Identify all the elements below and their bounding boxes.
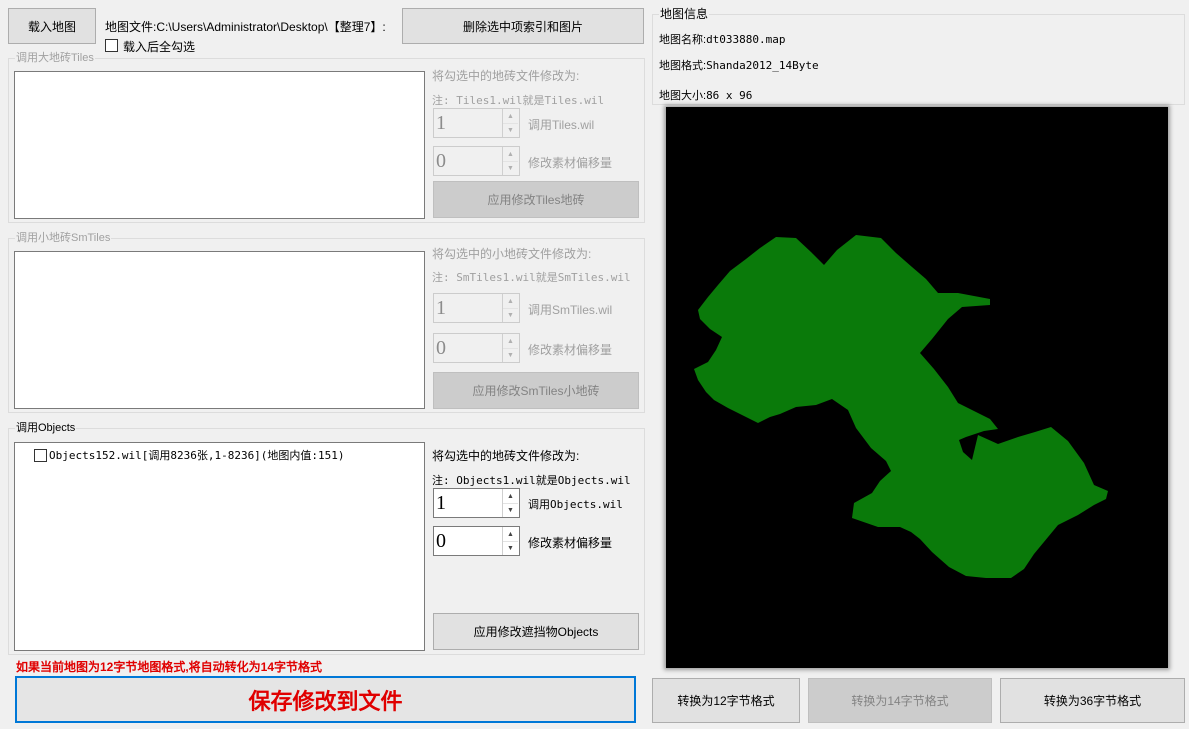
spin-up-icon[interactable]: ▲ — [503, 294, 518, 309]
spin-up-icon[interactable]: ▲ — [503, 109, 518, 124]
spin-down-icon[interactable]: ▼ — [503, 308, 518, 322]
smtiles-file-index-stepper[interactable]: 1 ▲ ▼ — [433, 293, 520, 323]
tiles-file-index-label: 调用Tiles.wil — [528, 118, 595, 132]
objects-note: 注: Objects1.wil就是Objects.wil — [432, 474, 631, 487]
smtiles-list[interactable] — [14, 251, 425, 409]
convert-14byte-button[interactable]: 转换为14字节格式 — [808, 678, 992, 723]
map-file-path: 地图文件:C:\Users\Administrator\Desktop\【整理7… — [105, 20, 386, 34]
smtiles-modify-label: 将勾选中的小地砖文件修改为: — [432, 247, 592, 261]
tiles-modify-label: 将勾选中的地砖文件修改为: — [432, 69, 580, 83]
map-format-row: 地图格式:Shanda2012_14Byte — [659, 57, 819, 73]
map-land-shape — [694, 235, 1108, 578]
smtiles-group-title: 调用小地砖SmTiles — [15, 231, 112, 245]
smtiles-file-index-label: 调用SmTiles.wil — [528, 303, 613, 317]
objects-offset-stepper[interactable]: 0 ▲ ▼ — [433, 526, 520, 556]
map-size-label: 地图大小: — [659, 90, 707, 102]
spin-down-icon[interactable]: ▼ — [503, 348, 518, 362]
format-warning-text: 如果当前地图为12字节地图格式,将自动转化为14字节格式 — [16, 660, 323, 674]
tiles-group: 调用大地砖Tiles 将勾选中的地砖文件修改为: 注: Tiles1.wil就是… — [8, 51, 645, 223]
objects-file-index-stepper[interactable]: 1 ▲ ▼ — [433, 488, 520, 518]
tiles-offset-value: 0 — [436, 150, 446, 172]
objects-offset-label: 修改素材偏移量 — [528, 536, 613, 550]
objects-list[interactable]: Objects152.wil[调用8236张,1-8236](地图内值:151) — [14, 442, 425, 651]
smtiles-offset-value: 0 — [436, 337, 446, 359]
load-map-button[interactable]: 载入地图 — [8, 8, 96, 44]
delete-selected-button[interactable]: 删除选中项索引和图片 — [402, 8, 644, 44]
smtiles-offset-label: 修改素材偏移量 — [528, 343, 613, 357]
objects-file-index-label: 调用Objects.wil — [528, 498, 623, 511]
smtiles-offset-stepper[interactable]: 0 ▲ ▼ — [433, 333, 520, 363]
map-preview — [666, 107, 1168, 668]
tiles-file-index-stepper[interactable]: 1 ▲ ▼ — [433, 108, 520, 138]
spin-down-icon[interactable]: ▼ — [503, 503, 518, 517]
smtiles-file-index-value: 1 — [436, 297, 446, 319]
tiles-list[interactable] — [14, 71, 425, 219]
convert-36byte-button[interactable]: 转换为36字节格式 — [1000, 678, 1185, 723]
tiles-offset-stepper[interactable]: 0 ▲ ▼ — [433, 146, 520, 176]
tiles-offset-label: 修改素材偏移量 — [528, 156, 613, 170]
check-all-on-load-label[interactable]: 载入后全勾选 — [123, 38, 195, 55]
map-size-value: 86 x 96 — [706, 89, 753, 102]
tiles-note: 注: Tiles1.wil就是Tiles.wil — [432, 94, 605, 107]
objects-item-label: Objects152.wil[调用8236张,1-8236](地图内值:151) — [49, 449, 345, 462]
spin-down-icon[interactable]: ▼ — [503, 161, 518, 175]
map-size-row: 地图大小:86 x 96 — [659, 87, 752, 103]
map-name-row: 地图名称:dt033880.map — [659, 31, 786, 47]
tiles-file-index-value: 1 — [436, 112, 446, 134]
spin-down-icon[interactable]: ▼ — [503, 123, 518, 137]
spin-up-icon[interactable]: ▲ — [503, 334, 518, 349]
objects-group: 调用Objects Objects152.wil[调用8236张,1-8236]… — [8, 421, 645, 655]
map-name-label: 地图名称: — [659, 34, 707, 46]
spin-up-icon[interactable]: ▲ — [503, 489, 518, 504]
check-all-on-load-checkbox[interactable] — [105, 39, 118, 52]
objects-group-title: 调用Objects — [15, 421, 77, 435]
apply-objects-button[interactable]: 应用修改遮挡物Objects — [433, 613, 639, 650]
smtiles-group: 调用小地砖SmTiles 将勾选中的小地砖文件修改为: 注: SmTiles1.… — [8, 231, 645, 413]
objects-offset-value: 0 — [436, 530, 446, 552]
smtiles-note: 注: SmTiles1.wil就是SmTiles.wil — [432, 271, 631, 284]
convert-12byte-button[interactable]: 转换为12字节格式 — [652, 678, 800, 723]
map-format-value: Shanda2012_14Byte — [706, 59, 819, 72]
spin-up-icon[interactable]: ▲ — [503, 147, 518, 162]
objects-file-index-value: 1 — [436, 492, 446, 514]
apply-tiles-button[interactable]: 应用修改Tiles地砖 — [433, 181, 639, 218]
apply-smtiles-button[interactable]: 应用修改SmTiles小地砖 — [433, 372, 639, 409]
map-info-group: 地图信息 地图名称:dt033880.map 地图格式:Shanda2012_1… — [652, 7, 1185, 105]
map-name-value: dt033880.map — [706, 33, 786, 46]
map-format-label: 地图格式: — [659, 60, 707, 72]
spin-up-icon[interactable]: ▲ — [503, 527, 518, 542]
objects-item-checkbox[interactable] — [34, 449, 47, 462]
spin-down-icon[interactable]: ▼ — [503, 541, 518, 555]
tiles-group-title: 调用大地砖Tiles — [15, 51, 95, 65]
save-to-file-button[interactable]: 保存修改到文件 — [15, 676, 636, 723]
map-info-title: 地图信息 — [659, 7, 710, 21]
objects-modify-label: 将勾选中的地砖文件修改为: — [432, 449, 580, 463]
